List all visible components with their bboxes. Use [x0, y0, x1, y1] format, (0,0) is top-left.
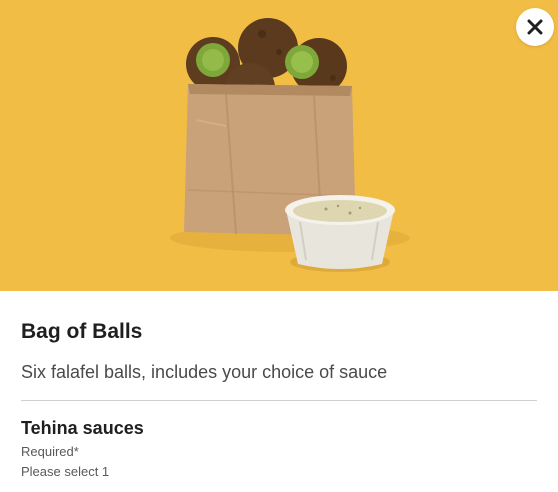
- required-label: Required*: [21, 444, 79, 459]
- select-hint: Please select 1: [21, 464, 110, 479]
- close-button[interactable]: [516, 8, 554, 46]
- item-details: Bag of Balls Six falafel balls, includes…: [0, 319, 558, 480]
- item-detail-modal: Bag of Balls Six falafel balls, includes…: [0, 0, 558, 492]
- item-title: Bag of Balls: [21, 320, 143, 343]
- item-description: Six falafel balls, includes your choice …: [21, 362, 388, 382]
- item-photo: [0, 0, 558, 291]
- close-icon: [527, 19, 543, 35]
- option-group-tehina-sauces: Tehina sauces Required* Please select 1: [21, 417, 548, 480]
- option-group-title: Tehina sauces: [21, 418, 144, 438]
- divider: [21, 400, 537, 401]
- falafel-bag-illustration: [0, 0, 558, 291]
